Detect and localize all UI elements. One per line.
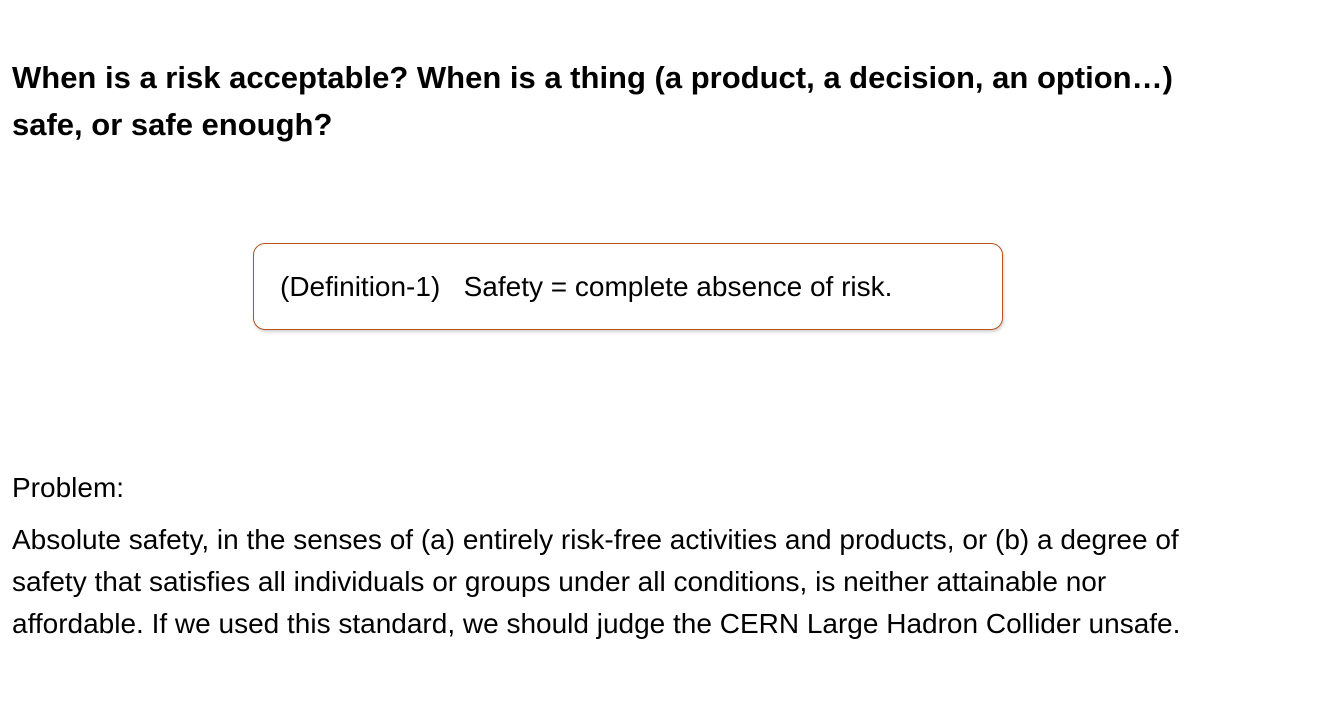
slide: When is a risk acceptable? When is a thi… (0, 0, 1321, 719)
problem-body: Absolute safety, in the senses of (a) en… (12, 524, 1181, 639)
definition-statement: Safety = complete absence of risk. (463, 270, 893, 302)
slide-title: When is a risk acceptable? When is a thi… (12, 60, 1173, 142)
definition-label: (Definition-1) (280, 270, 441, 302)
definition-box: (Definition-1) Safety = complete absence… (253, 243, 1003, 330)
definition-text: (Definition-1) Safety = complete absence… (280, 270, 892, 304)
problem-label: Problem: (12, 472, 125, 503)
